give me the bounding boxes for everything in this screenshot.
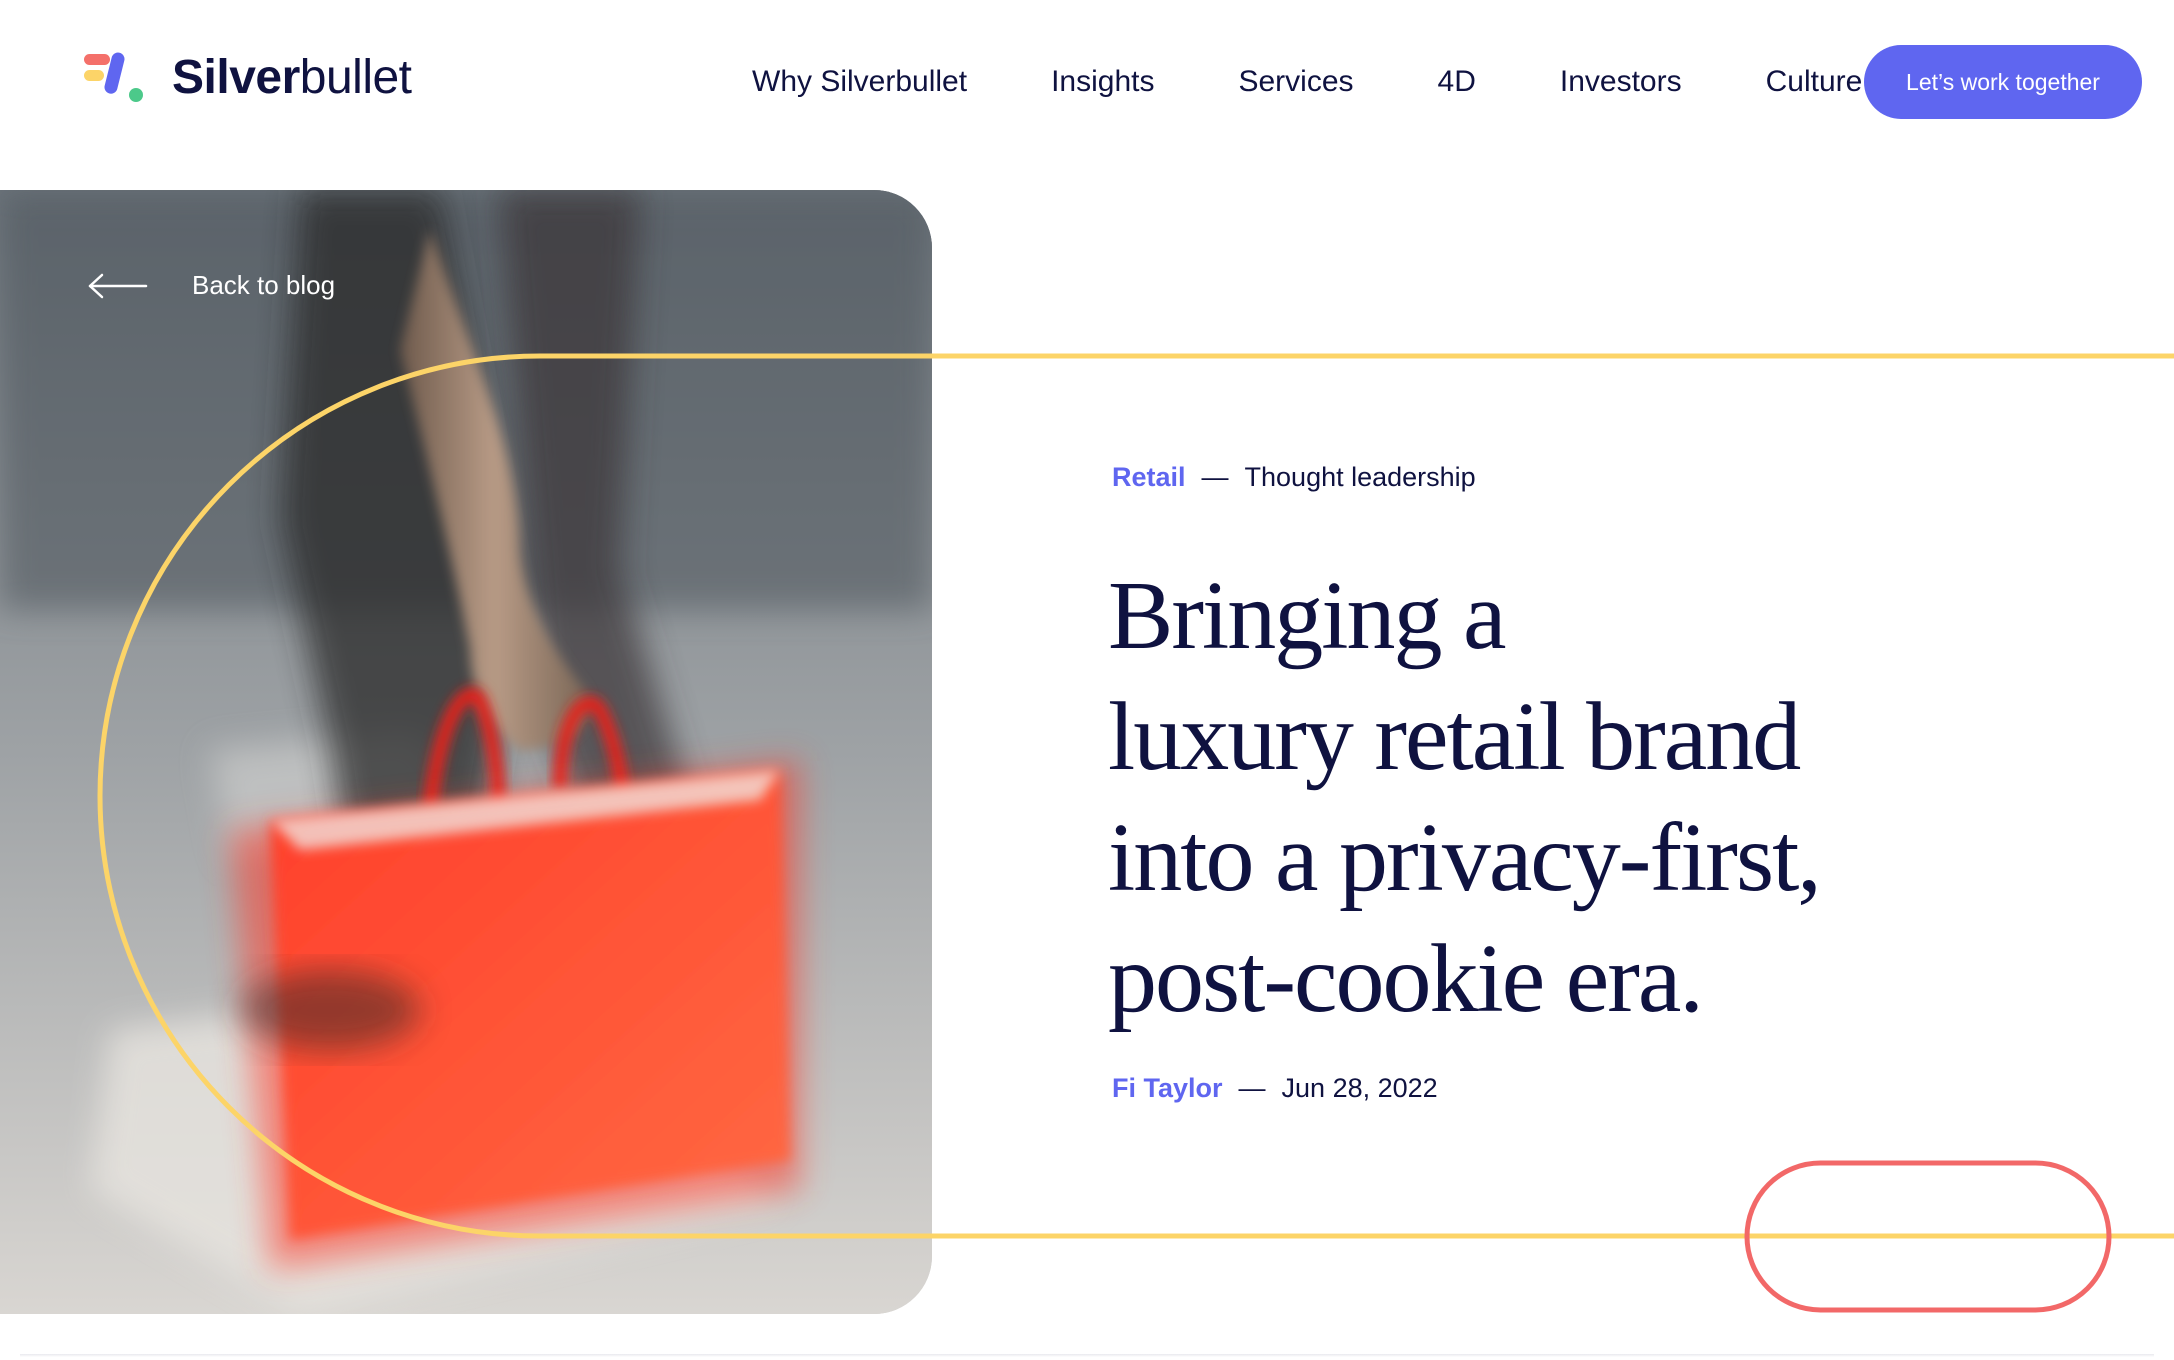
shopping-bag-photo: [0, 190, 932, 1314]
back-to-blog-label: Back to blog: [192, 270, 336, 300]
coral-pill-outline: [1744, 1160, 2112, 1313]
hero-image: [0, 190, 932, 1314]
nav-item-insights[interactable]: Insights: [1051, 62, 1154, 102]
nav-item-services[interactable]: Services: [1238, 62, 1353, 102]
author-link[interactable]: Fi Taylor: [1112, 1073, 1223, 1104]
article-title-line: Bringing a: [1108, 562, 1506, 670]
article-categories: Retail — Thought leadership: [1112, 462, 1476, 493]
logo[interactable]: Silverbullet: [84, 52, 412, 104]
article-byline: Fi Taylor — Jun 28, 2022: [1112, 1073, 1438, 1104]
category-separator: —: [1201, 462, 1229, 492]
arrow-left-icon: [88, 273, 148, 298]
back-to-blog-link[interactable]: Back to blog: [88, 270, 335, 301]
nav-item-4d[interactable]: 4D: [1438, 62, 1476, 102]
logo-text: Silverbullet: [172, 51, 412, 104]
nav-item-why-silverbullet[interactable]: Why Silverbullet: [752, 62, 967, 102]
logo-mark-icon: [84, 52, 143, 102]
article-title: Bringing a luxury retail brand into a pr…: [1108, 556, 1928, 1040]
category-link[interactable]: Retail: [1112, 462, 1186, 493]
article-title-line: post-cookie era.: [1108, 925, 1704, 1033]
publish-date: Jun 28, 2022: [1281, 1073, 1438, 1103]
byline-separator: —: [1238, 1073, 1266, 1103]
page: Silverbullet Why Silverbullet Insights S…: [0, 0, 2174, 1360]
article-title-line: luxury retail brand: [1108, 683, 1801, 791]
main-nav: Why Silverbullet Insights Services 4D In…: [752, 62, 1862, 102]
article-title-line: into a privacy-first,: [1108, 804, 1822, 912]
subcategory-label: Thought leadership: [1244, 462, 1476, 492]
lets-work-together-button[interactable]: Let’s work together: [1864, 45, 2142, 119]
nav-item-investors[interactable]: Investors: [1560, 62, 1682, 102]
nav-item-culture[interactable]: Culture: [1766, 62, 1863, 102]
section-divider: [20, 1354, 2154, 1357]
